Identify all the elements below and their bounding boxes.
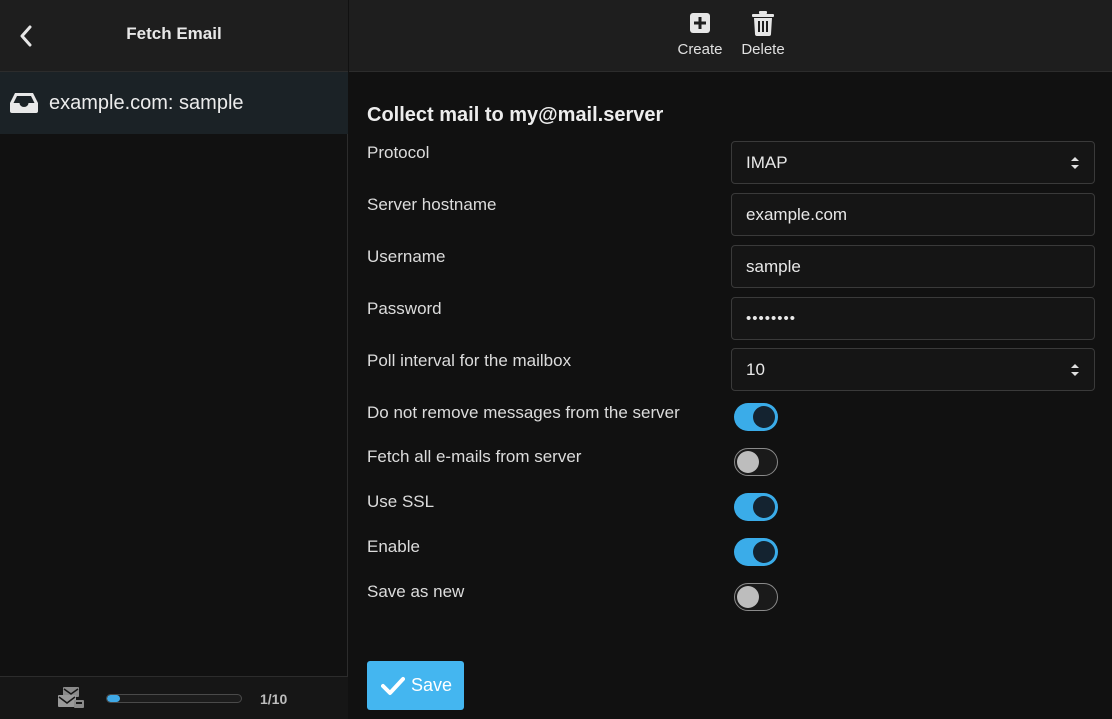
- save-button[interactable]: Save: [367, 661, 464, 710]
- hostname-input[interactable]: example.com: [731, 193, 1095, 236]
- username-label: Username: [367, 247, 446, 266]
- create-label: Create: [677, 41, 723, 58]
- protocol-value: IMAP: [746, 152, 788, 172]
- toolbar: Create Delete: [349, 0, 1112, 72]
- username-value: sample: [746, 256, 801, 276]
- page-counter: 1/10: [260, 691, 288, 707]
- password-value: ••••••••: [746, 310, 797, 327]
- progress-fill: [107, 695, 121, 702]
- trash-icon: [738, 10, 788, 36]
- hostname-value: example.com: [746, 204, 848, 224]
- create-button[interactable]: Create: [675, 10, 725, 58]
- toggle-knob: [737, 586, 759, 608]
- toggle-knob: [753, 541, 775, 563]
- mail-queue-icon: [57, 686, 85, 712]
- toggle-knob: [737, 451, 759, 473]
- use-ssl-toggle[interactable]: [734, 493, 778, 521]
- toggle-knob: [753, 406, 775, 428]
- left-panel: Fetch Email example.com: sample 1/10: [0, 0, 348, 719]
- protocol-label: Protocol: [367, 143, 430, 162]
- delete-button[interactable]: Delete: [738, 10, 788, 58]
- password-label: Password: [367, 299, 442, 318]
- toggle-label-fetch-all: Fetch all e-mails from server: [367, 447, 582, 466]
- username-input[interactable]: sample: [731, 245, 1095, 288]
- left-footer: 1/10: [0, 676, 348, 719]
- plus-square-icon: [675, 10, 725, 36]
- toggle-label-enable: Enable: [367, 537, 420, 556]
- checkmark-icon: [381, 676, 405, 696]
- toggle-knob: [753, 496, 775, 518]
- keep-messages-toggle[interactable]: [734, 403, 778, 431]
- list-item-label: example.com: sample: [49, 91, 244, 114]
- enable-toggle[interactable]: [734, 538, 778, 566]
- protocol-select[interactable]: IMAP: [731, 141, 1095, 184]
- fetch-all-toggle[interactable]: [734, 448, 778, 476]
- delete-label: Delete: [741, 41, 785, 58]
- list-item[interactable]: example.com: sample: [0, 72, 348, 134]
- save-as-new-toggle[interactable]: [734, 583, 778, 611]
- inbox-icon: [9, 92, 39, 114]
- poll-interval-stepper[interactable]: 10: [731, 348, 1095, 391]
- poll-interval-value: 10: [746, 359, 765, 379]
- left-header: Fetch Email: [0, 0, 348, 72]
- toggle-label-use-ssl: Use SSL: [367, 492, 435, 511]
- panel-title: Fetch Email: [126, 24, 222, 43]
- toggle-label-keep-messages: Do not remove messages from the server: [367, 403, 680, 422]
- save-label: Save: [411, 675, 453, 695]
- progress-bar: [106, 694, 242, 703]
- poll-interval-label: Poll interval for the mailbox: [367, 351, 572, 370]
- hostname-label: Server hostname: [367, 195, 497, 214]
- select-arrows-icon: [1071, 157, 1079, 169]
- form-title: Collect mail to my@mail.server: [367, 104, 664, 126]
- toggle-label-save-as-new: Save as new: [367, 582, 465, 601]
- stepper-arrows-icon[interactable]: [1070, 362, 1080, 378]
- password-input[interactable]: ••••••••: [731, 297, 1095, 340]
